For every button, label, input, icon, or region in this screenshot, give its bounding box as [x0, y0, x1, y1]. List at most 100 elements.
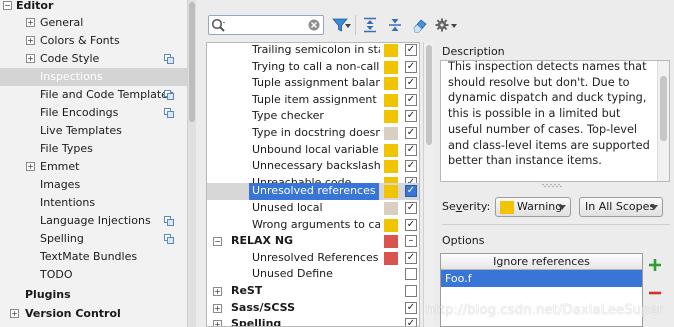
add-icon[interactable]: [648, 258, 662, 272]
tree-item-language-injections[interactable]: Language Injections: [0, 212, 187, 230]
enabled-checkbox[interactable]: ✓: [405, 127, 417, 139]
collapse-all-icon[interactable]: [386, 16, 404, 34]
severity-color-swatch: [500, 201, 514, 214]
enabled-checkbox[interactable]: ✓: [405, 93, 417, 106]
tree-item-code-style[interactable]: + Code Style: [0, 50, 187, 68]
enabled-checkbox[interactable]: ✓: [405, 218, 417, 231]
project-settings-icon: [164, 90, 174, 100]
options-label: Options: [442, 234, 485, 247]
remove-icon[interactable]: [648, 286, 662, 300]
inspection-group-rest[interactable]: + ReST: [207, 283, 419, 300]
expand-icon[interactable]: +: [26, 54, 35, 63]
collapse-icon[interactable]: −: [3, 1, 12, 10]
inspection-name: Type checker: [252, 109, 324, 123]
tree-item-editor[interactable]: − Editor: [0, 0, 187, 15]
tree-item-emmet[interactable]: + Emmet: [0, 158, 187, 176]
settings-tree-scrollbar[interactable]: [187, 0, 196, 327]
expand-icon[interactable]: +: [26, 36, 35, 45]
enabled-checkbox[interactable]: ✓: [405, 44, 417, 56]
expand-icon[interactable]: +: [213, 320, 222, 326]
expand-icon[interactable]: +: [213, 287, 222, 296]
gear-icon[interactable]: [434, 16, 452, 34]
scrollbar-thumb[interactable]: [189, 2, 195, 122]
inspection-row[interactable]: Trailing semicolon in sta ✓: [207, 43, 419, 59]
expand-icon[interactable]: +: [26, 18, 35, 27]
enabled-checkbox[interactable]: ✓: [405, 318, 417, 326]
tree-item-file-encodings[interactable]: File Encodings: [0, 104, 187, 122]
inspection-row[interactable]: Unnecessary backslash ✓: [207, 158, 419, 175]
table-row[interactable]: Foo.f: [441, 270, 642, 287]
enabled-checkbox[interactable]: [405, 285, 417, 297]
tree-item-file-code-templates[interactable]: File and Code Templates: [0, 86, 187, 104]
enabled-checkbox[interactable]: [405, 268, 417, 281]
expand-icon[interactable]: +: [26, 162, 35, 171]
inspection-row[interactable]: Unresolved References ✓: [207, 250, 419, 267]
enabled-checkbox[interactable]: ✓: [405, 251, 417, 264]
inspection-group-spelling[interactable]: + Spelling ✓: [207, 316, 419, 326]
inspection-row[interactable]: Unbound local variable ✓: [207, 142, 419, 159]
inspection-name: Unused Define: [252, 267, 333, 281]
gear-dropdown-icon[interactable]: [451, 24, 457, 29]
clear-icon[interactable]: [308, 19, 320, 31]
tree-item-colors-fonts[interactable]: + Colors & Fonts: [0, 32, 187, 50]
collapse-icon[interactable]: −: [213, 237, 222, 247]
inspection-group-sass-scss[interactable]: + Sass/SCSS ✓: [207, 300, 419, 317]
description-scrollbar[interactable]: [657, 61, 669, 181]
tree-item-general[interactable]: + General: [0, 14, 187, 32]
eraser-icon[interactable]: [411, 16, 429, 34]
tree-label: Emmet: [40, 160, 80, 173]
settings-tree: − Editor + General + Colors & Fonts + Co…: [0, 0, 187, 327]
inspection-row[interactable]: Unused Define: [207, 266, 419, 283]
inspection-row[interactable]: Type in docstring doesn' ✓: [207, 125, 419, 142]
inspection-name: Unresolved References: [252, 250, 379, 264]
enabled-checkbox[interactable]: ✓: [405, 77, 417, 90]
severity-swatch: [384, 251, 398, 265]
scrollbar-thumb[interactable]: [426, 45, 432, 145]
expand-all-icon[interactable]: [361, 16, 379, 34]
inspection-row[interactable]: Type checker ✓: [207, 108, 419, 125]
inspection-row-selected[interactable]: Unresolved references ✓: [207, 183, 419, 200]
tree-label: Colors & Fonts: [40, 34, 120, 47]
inspections-scrollbar[interactable]: [423, 42, 434, 327]
enabled-checkbox[interactable]: ✓: [405, 185, 417, 198]
expand-icon[interactable]: +: [10, 309, 19, 318]
inspection-row[interactable]: Tuple item assignment ✓: [207, 92, 419, 109]
scope-dropdown[interactable]: In All Scopes: [579, 197, 663, 217]
enabled-checkbox[interactable]: ✓: [405, 301, 417, 314]
tree-item-plugins[interactable]: Plugins: [0, 286, 187, 304]
tree-item-live-templates[interactable]: Live Templates: [0, 122, 187, 140]
tree-item-intentions[interactable]: Intentions: [0, 194, 187, 212]
tree-label: Editor: [16, 0, 54, 12]
tree-item-version-control[interactable]: + Version Control: [0, 305, 187, 323]
inspection-row[interactable]: Tuple assignment balanc ✓: [207, 75, 419, 92]
enabled-checkbox[interactable]: ✓: [405, 110, 417, 123]
tree-item-textmate-bundles[interactable]: TextMate Bundles: [0, 248, 187, 266]
inspection-row[interactable]: Trying to call a non-calla ✓: [207, 59, 419, 76]
column-header[interactable]: Ignore references: [441, 254, 642, 270]
scrollbar-thumb[interactable]: [660, 76, 667, 141]
tree-item-file-types[interactable]: File Types: [0, 140, 187, 158]
tree-item-inspections[interactable]: Inspections: [0, 68, 187, 86]
severity-dropdown[interactable]: Warning: [495, 197, 571, 217]
inspection-group-relax-ng[interactable]: − RELAX NG –: [207, 233, 419, 250]
tree-item-spelling[interactable]: Spelling: [0, 230, 187, 248]
enabled-checkbox[interactable]: ✓: [405, 202, 417, 214]
enabled-checkbox[interactable]: ✓: [405, 160, 417, 173]
splitter-handle[interactable]: [540, 183, 564, 188]
inspection-search-field[interactable]: [208, 15, 324, 35]
enabled-checkbox[interactable]: ✓: [405, 143, 417, 156]
expand-icon[interactable]: +: [213, 303, 222, 313]
tree-item-todo[interactable]: TODO: [0, 266, 187, 284]
watermark: http://blog.csdn.net/DaxiaLeeSuper: [426, 303, 664, 318]
enabled-checkbox[interactable]: ✓: [405, 60, 417, 73]
tree-item-images[interactable]: Images: [0, 176, 187, 194]
tree-label: TextMate Bundles: [40, 250, 138, 263]
inspection-row[interactable]: Wrong arguments to call ✓: [207, 217, 419, 234]
enabled-checkbox[interactable]: –: [405, 235, 417, 248]
inspection-row[interactable]: Unused local ✓: [207, 200, 419, 217]
search-icon[interactable]: [211, 18, 227, 33]
severity-swatch: [384, 218, 398, 232]
tree-label: Version Control: [25, 307, 121, 320]
filter-dropdown-icon[interactable]: [345, 24, 351, 29]
severity-label: Severity:: [442, 200, 490, 213]
